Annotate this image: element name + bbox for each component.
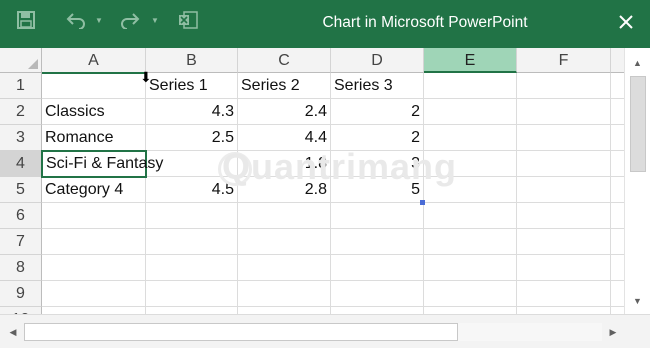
cell-a5[interactable]: Category 4 (42, 177, 145, 203)
scroll-up-icon[interactable]: ▲ (625, 54, 650, 72)
redo-icon[interactable] (118, 0, 142, 40)
row-header-1[interactable]: 1 (0, 73, 42, 99)
gridline (516, 73, 517, 314)
gridline (42, 254, 624, 255)
cell-b4[interactable] (146, 151, 237, 177)
column-header-d[interactable]: D (331, 48, 424, 73)
undo-icon[interactable] (64, 0, 88, 40)
row-header-7[interactable]: 7 (0, 229, 42, 255)
vertical-scroll-thumb[interactable] (630, 76, 646, 172)
window-title: Chart in Microsoft PowerPoint (322, 14, 528, 31)
cell-c2[interactable]: 2.4 (238, 99, 330, 125)
cell-b1[interactable]: Series 1 (146, 73, 237, 99)
row-header-6[interactable]: 6 (0, 203, 42, 229)
close-icon[interactable] (610, 6, 642, 38)
row-header-3[interactable]: 3 (0, 125, 42, 151)
cursor-down-arrow-icon: ⬇ (140, 69, 152, 85)
cell-c1[interactable]: Series 2 (238, 73, 330, 99)
gridline (42, 280, 624, 281)
row-header-8[interactable]: 8 (0, 255, 42, 281)
spreadsheet-grid[interactable]: A B C D E F 1 2 3 4 5 6 7 8 9 10 Series … (0, 48, 624, 314)
cell-c3[interactable]: 4.4 (238, 125, 330, 151)
cell-c5[interactable]: 2.8 (238, 177, 330, 203)
row-header-2[interactable]: 2 (0, 99, 42, 125)
cell-b3[interactable]: 2.5 (146, 125, 237, 151)
cell-d1[interactable]: Series 3 (331, 73, 423, 99)
gridline (423, 73, 424, 314)
undo-dropdown-icon[interactable]: ▼ (94, 0, 104, 40)
cell-d5[interactable]: 5 (331, 177, 423, 203)
scroll-left-icon[interactable]: ◀ (4, 323, 22, 341)
cell-c4[interactable]: 1.8 (238, 151, 330, 177)
gridline (42, 228, 624, 229)
column-header-c[interactable]: C (238, 48, 331, 73)
gridline (42, 306, 624, 307)
column-header-e[interactable]: E (424, 48, 517, 73)
column-header-f[interactable]: F (517, 48, 611, 73)
redo-dropdown-icon[interactable]: ▼ (150, 0, 160, 40)
row-header-10[interactable]: 10 (0, 307, 42, 314)
column-header-b[interactable]: B (146, 48, 238, 73)
cell-b2[interactable]: 4.3 (146, 99, 237, 125)
gridline (610, 73, 611, 314)
save-icon[interactable] (14, 0, 38, 40)
scroll-right-icon[interactable]: ▶ (604, 323, 622, 341)
cell-b5[interactable]: 4.5 (146, 177, 237, 203)
horizontal-scrollbar[interactable]: ◀ ▶ (0, 314, 650, 348)
cell-a3[interactable]: Romance (42, 125, 145, 151)
row-header-9[interactable]: 9 (0, 281, 42, 307)
column-header-a[interactable]: A (42, 48, 146, 73)
range-resize-handle[interactable] (420, 200, 425, 205)
title-bar: ▼ ▼ Chart in Microsoft PowerPoint (0, 0, 650, 48)
cell-d4[interactable]: 3 (331, 151, 423, 177)
edit-in-excel-icon[interactable] (176, 0, 200, 40)
cell-d2[interactable]: 2 (331, 99, 423, 125)
row-header-5[interactable]: 5 (0, 177, 42, 203)
cell-d3[interactable]: 2 (331, 125, 423, 151)
cell-a2[interactable]: Classics (42, 99, 145, 125)
select-all-corner[interactable] (0, 48, 42, 73)
vertical-scrollbar[interactable]: ▲ ▼ (624, 48, 650, 314)
column-header-g-partial[interactable] (611, 48, 624, 73)
selection-indicator (42, 72, 146, 74)
cell-a4[interactable]: Sci-Fi & Fantasy (41, 150, 163, 178)
row-header-4[interactable]: 4 (0, 151, 42, 177)
horizontal-scroll-thumb[interactable] (24, 323, 458, 341)
horizontal-scroll-track[interactable] (458, 323, 602, 341)
scroll-down-icon[interactable]: ▼ (625, 292, 650, 310)
